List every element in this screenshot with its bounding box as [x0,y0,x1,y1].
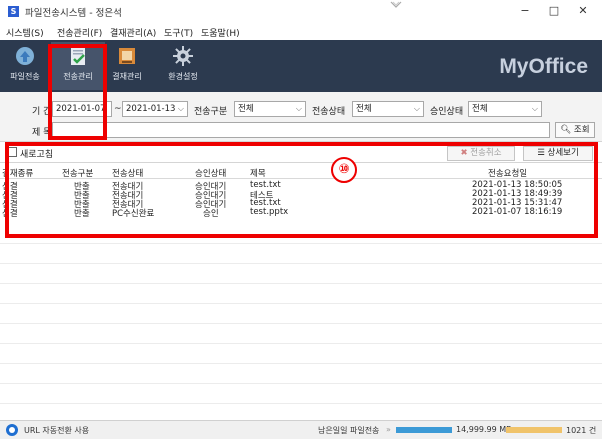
gear-icon [173,46,193,66]
search-button-label: 조회 [573,125,590,135]
brand-logo: MyOffice [499,55,588,78]
title-bar: S 파일전송시스템 - 정은석 − □ ✕ [0,0,602,22]
remaining-count-bar [506,427,562,433]
annotation-number-badge: ⑩ [331,157,357,183]
date-to-value: 2021-01-13 [126,104,176,114]
transfer-status-value: 전체 [356,104,372,114]
transfer-type-select[interactable]: 전체 ⌵ [234,101,306,117]
shield-icon [390,1,402,8]
date-to-field[interactable]: 2021-01-13 ⌵ [122,101,188,117]
status-bar: URL 자동전환 사용 남은일일 파일전송 » 14,999.99 MB 102… [0,420,602,439]
menu-help[interactable]: 도움말(H) [201,26,240,39]
search-icon: 🔍︎ [560,125,572,135]
file-transfer-label: 파일전송 [10,72,40,81]
transfer-status-select[interactable]: 전체 ⌵ [352,101,424,117]
window-title: 파일전송시스템 - 정은석 [25,8,122,19]
maximize-button[interactable]: □ [541,3,567,19]
approval-status-value: 전체 [472,104,488,114]
transfer-status-label: 전송상태 [312,107,346,117]
menu-approval[interactable]: 결재관리(A) [110,26,156,39]
approval-management-button[interactable]: 결재관리 [107,42,147,90]
menu-system[interactable]: 시스템(S) [6,26,44,39]
date-separator: ~ [114,104,122,114]
remaining-size-text: 14,999.99 MB [456,425,512,434]
chevron-down-icon: ⌵ [295,104,302,113]
search-button[interactable]: 🔍︎ 조회 [555,122,595,138]
remaining-size-bar [396,427,452,433]
transfer-type-label: 전송구분 [194,107,228,117]
close-button[interactable]: ✕ [570,3,596,19]
chevron-down-icon: ⌵ [531,104,538,113]
file-transfer-icon [16,47,34,65]
chevron-down-icon: ⌵ [413,104,420,113]
annotation-highlight-table [5,142,598,238]
approval-management-icon [119,48,135,64]
remaining-transfer-label: 남은일일 파일전송 [318,426,380,435]
menu-bar: 시스템(S) 전송관리(F) 결재관리(A) 도구(T) 도움말(H) [0,22,602,40]
url-auto-switch-text: URL 자동전환 사용 [24,426,90,435]
settings-button[interactable]: 환경설정 [160,42,206,90]
approval-status-label: 승인상태 [430,107,464,117]
menu-tools[interactable]: 도구(T) [164,26,193,39]
subject-input[interactable] [52,122,550,138]
settings-label: 환경설정 [168,72,198,81]
app-icon: S [8,6,19,17]
menu-transfer[interactable]: 전송관리(F) [57,26,102,39]
url-auto-switch-icon[interactable] [6,424,18,436]
double-chevron-icon: » [386,425,391,434]
chevron-down-icon: ⌵ [177,104,184,113]
annotation-highlight-toolbar [48,44,107,140]
transfer-type-value: 전체 [238,104,254,114]
remaining-count-text: 1021 건 [566,426,597,435]
minimize-button[interactable]: − [512,3,538,19]
file-transfer-button[interactable]: 파일전송 [2,42,48,90]
approval-status-select[interactable]: 전체 ⌵ [468,101,542,117]
approval-management-label: 결재관리 [112,72,142,81]
